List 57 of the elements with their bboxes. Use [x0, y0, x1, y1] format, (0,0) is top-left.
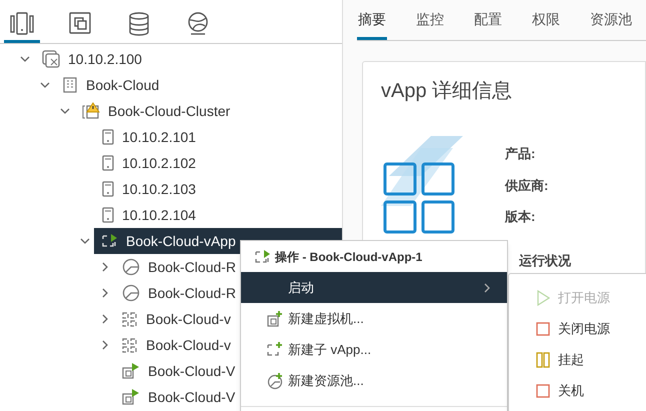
submenu-item[interactable]: 关机	[509, 381, 646, 401]
section-heading: 运行状况	[519, 252, 571, 270]
server-icon	[102, 129, 114, 145]
vapp-icon	[122, 337, 138, 353]
chevron-icon[interactable]	[100, 288, 110, 298]
cluster-warning-icon	[82, 102, 100, 120]
submenu-item[interactable]: 关闭电源	[509, 319, 646, 339]
chevron-icon[interactable]	[40, 80, 50, 90]
tab[interactable]: 资源池	[589, 9, 633, 40]
tab[interactable]: 摘要	[357, 9, 387, 40]
chevron-icon[interactable]	[100, 262, 110, 272]
tree-item[interactable]: Book-Cloud-Cluster	[74, 98, 342, 124]
tree-item[interactable]: 10.10.2.101	[94, 124, 342, 150]
play-icon	[536, 290, 550, 306]
tree-item[interactable]: Book-Cloud	[54, 72, 342, 98]
menu-item[interactable]: 启动	[241, 272, 507, 303]
gauge-icon	[122, 258, 140, 276]
stop-icon	[536, 322, 550, 336]
new-vm-icon	[267, 310, 285, 328]
card-title: vApp 详细信息	[381, 79, 514, 104]
pause-icon	[536, 352, 550, 368]
gauge-icon	[122, 284, 140, 302]
tab[interactable]: 配置	[473, 9, 503, 40]
field-label: 供应商:	[505, 176, 550, 194]
hosts-icon	[10, 12, 34, 36]
menu-item[interactable]: 新建子 vApp...	[241, 334, 507, 365]
chevron-icon[interactable]	[100, 314, 110, 324]
tree-item[interactable]: 10.10.2.100	[34, 46, 342, 72]
vm-play-icon	[122, 362, 140, 380]
menu-item[interactable]: 新建资源池...	[241, 365, 507, 396]
chevron-icon[interactable]	[60, 106, 70, 116]
chevron-icon[interactable]	[20, 54, 30, 64]
vapp-play-icon	[102, 233, 118, 249]
vapp-icon	[122, 311, 138, 327]
new-vapp-icon	[267, 340, 285, 358]
tree-item[interactable]: 10.10.2.103	[94, 176, 342, 202]
tree-item[interactable]: 10.10.2.104	[94, 202, 342, 228]
vm-play-icon	[122, 388, 140, 406]
stop-icon	[536, 384, 550, 398]
chevron-right-icon	[483, 282, 491, 294]
server-icon	[102, 207, 114, 223]
server-group-icon	[42, 50, 60, 68]
server-icon	[102, 155, 114, 171]
server-icon	[102, 181, 114, 197]
new-pool-icon	[267, 372, 285, 390]
menu-item[interactable]: 新建虚拟机...	[241, 303, 507, 334]
vms-icon	[69, 12, 93, 36]
tab[interactable]: 权限	[531, 9, 561, 40]
submenu-item[interactable]: 挂起	[509, 350, 646, 370]
field-label: 版本:	[505, 208, 536, 226]
field-label: 产品:	[505, 145, 536, 163]
chevron-icon[interactable]	[80, 236, 90, 246]
tab[interactable]: 监控	[415, 9, 445, 40]
tree-item[interactable]: 10.10.2.102	[94, 150, 342, 176]
vapp-play-icon	[255, 248, 271, 264]
chevron-icon[interactable]	[100, 340, 110, 350]
building-icon	[62, 77, 78, 93]
